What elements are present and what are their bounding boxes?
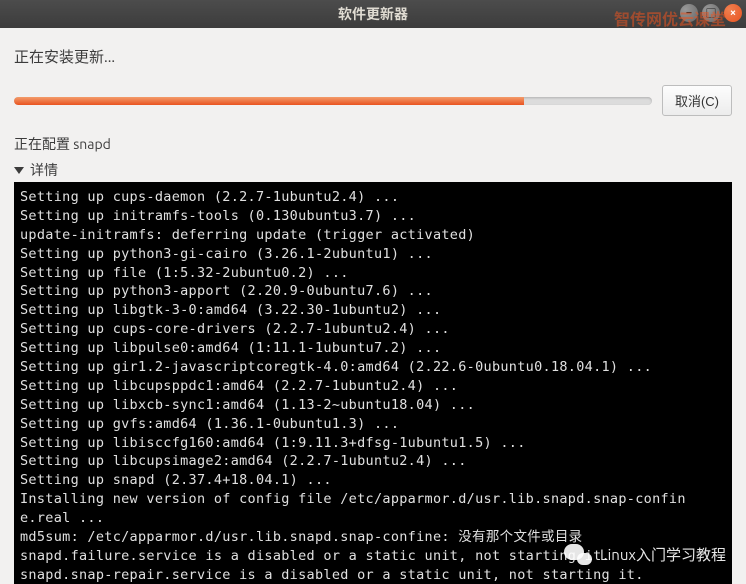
progress-row: 取消(C) xyxy=(14,85,732,116)
details-toggle[interactable]: 详情 xyxy=(14,160,732,180)
progress-bar xyxy=(14,97,652,105)
details-label: 详情 xyxy=(30,160,58,180)
chevron-down-icon xyxy=(14,167,24,174)
terminal-output: Setting up cups-daemon (2.2.7-1ubuntu2.4… xyxy=(14,182,732,584)
close-button[interactable]: × xyxy=(724,4,742,22)
maximize-button[interactable]: □ xyxy=(702,4,720,22)
titlebar: 软件更新器 − □ × xyxy=(0,0,746,28)
progress-fill xyxy=(14,97,524,105)
cancel-button[interactable]: 取消(C) xyxy=(662,85,732,116)
window-controls: − □ × xyxy=(680,4,742,22)
install-heading: 正在安装更新... xyxy=(14,46,732,67)
window-title: 软件更新器 xyxy=(338,4,408,24)
config-status: 正在配置 snapd xyxy=(14,134,732,154)
content-area: 正在安装更新... 取消(C) 正在配置 snapd 详情 Setting up… xyxy=(0,28,746,584)
minimize-button[interactable]: − xyxy=(680,4,698,22)
